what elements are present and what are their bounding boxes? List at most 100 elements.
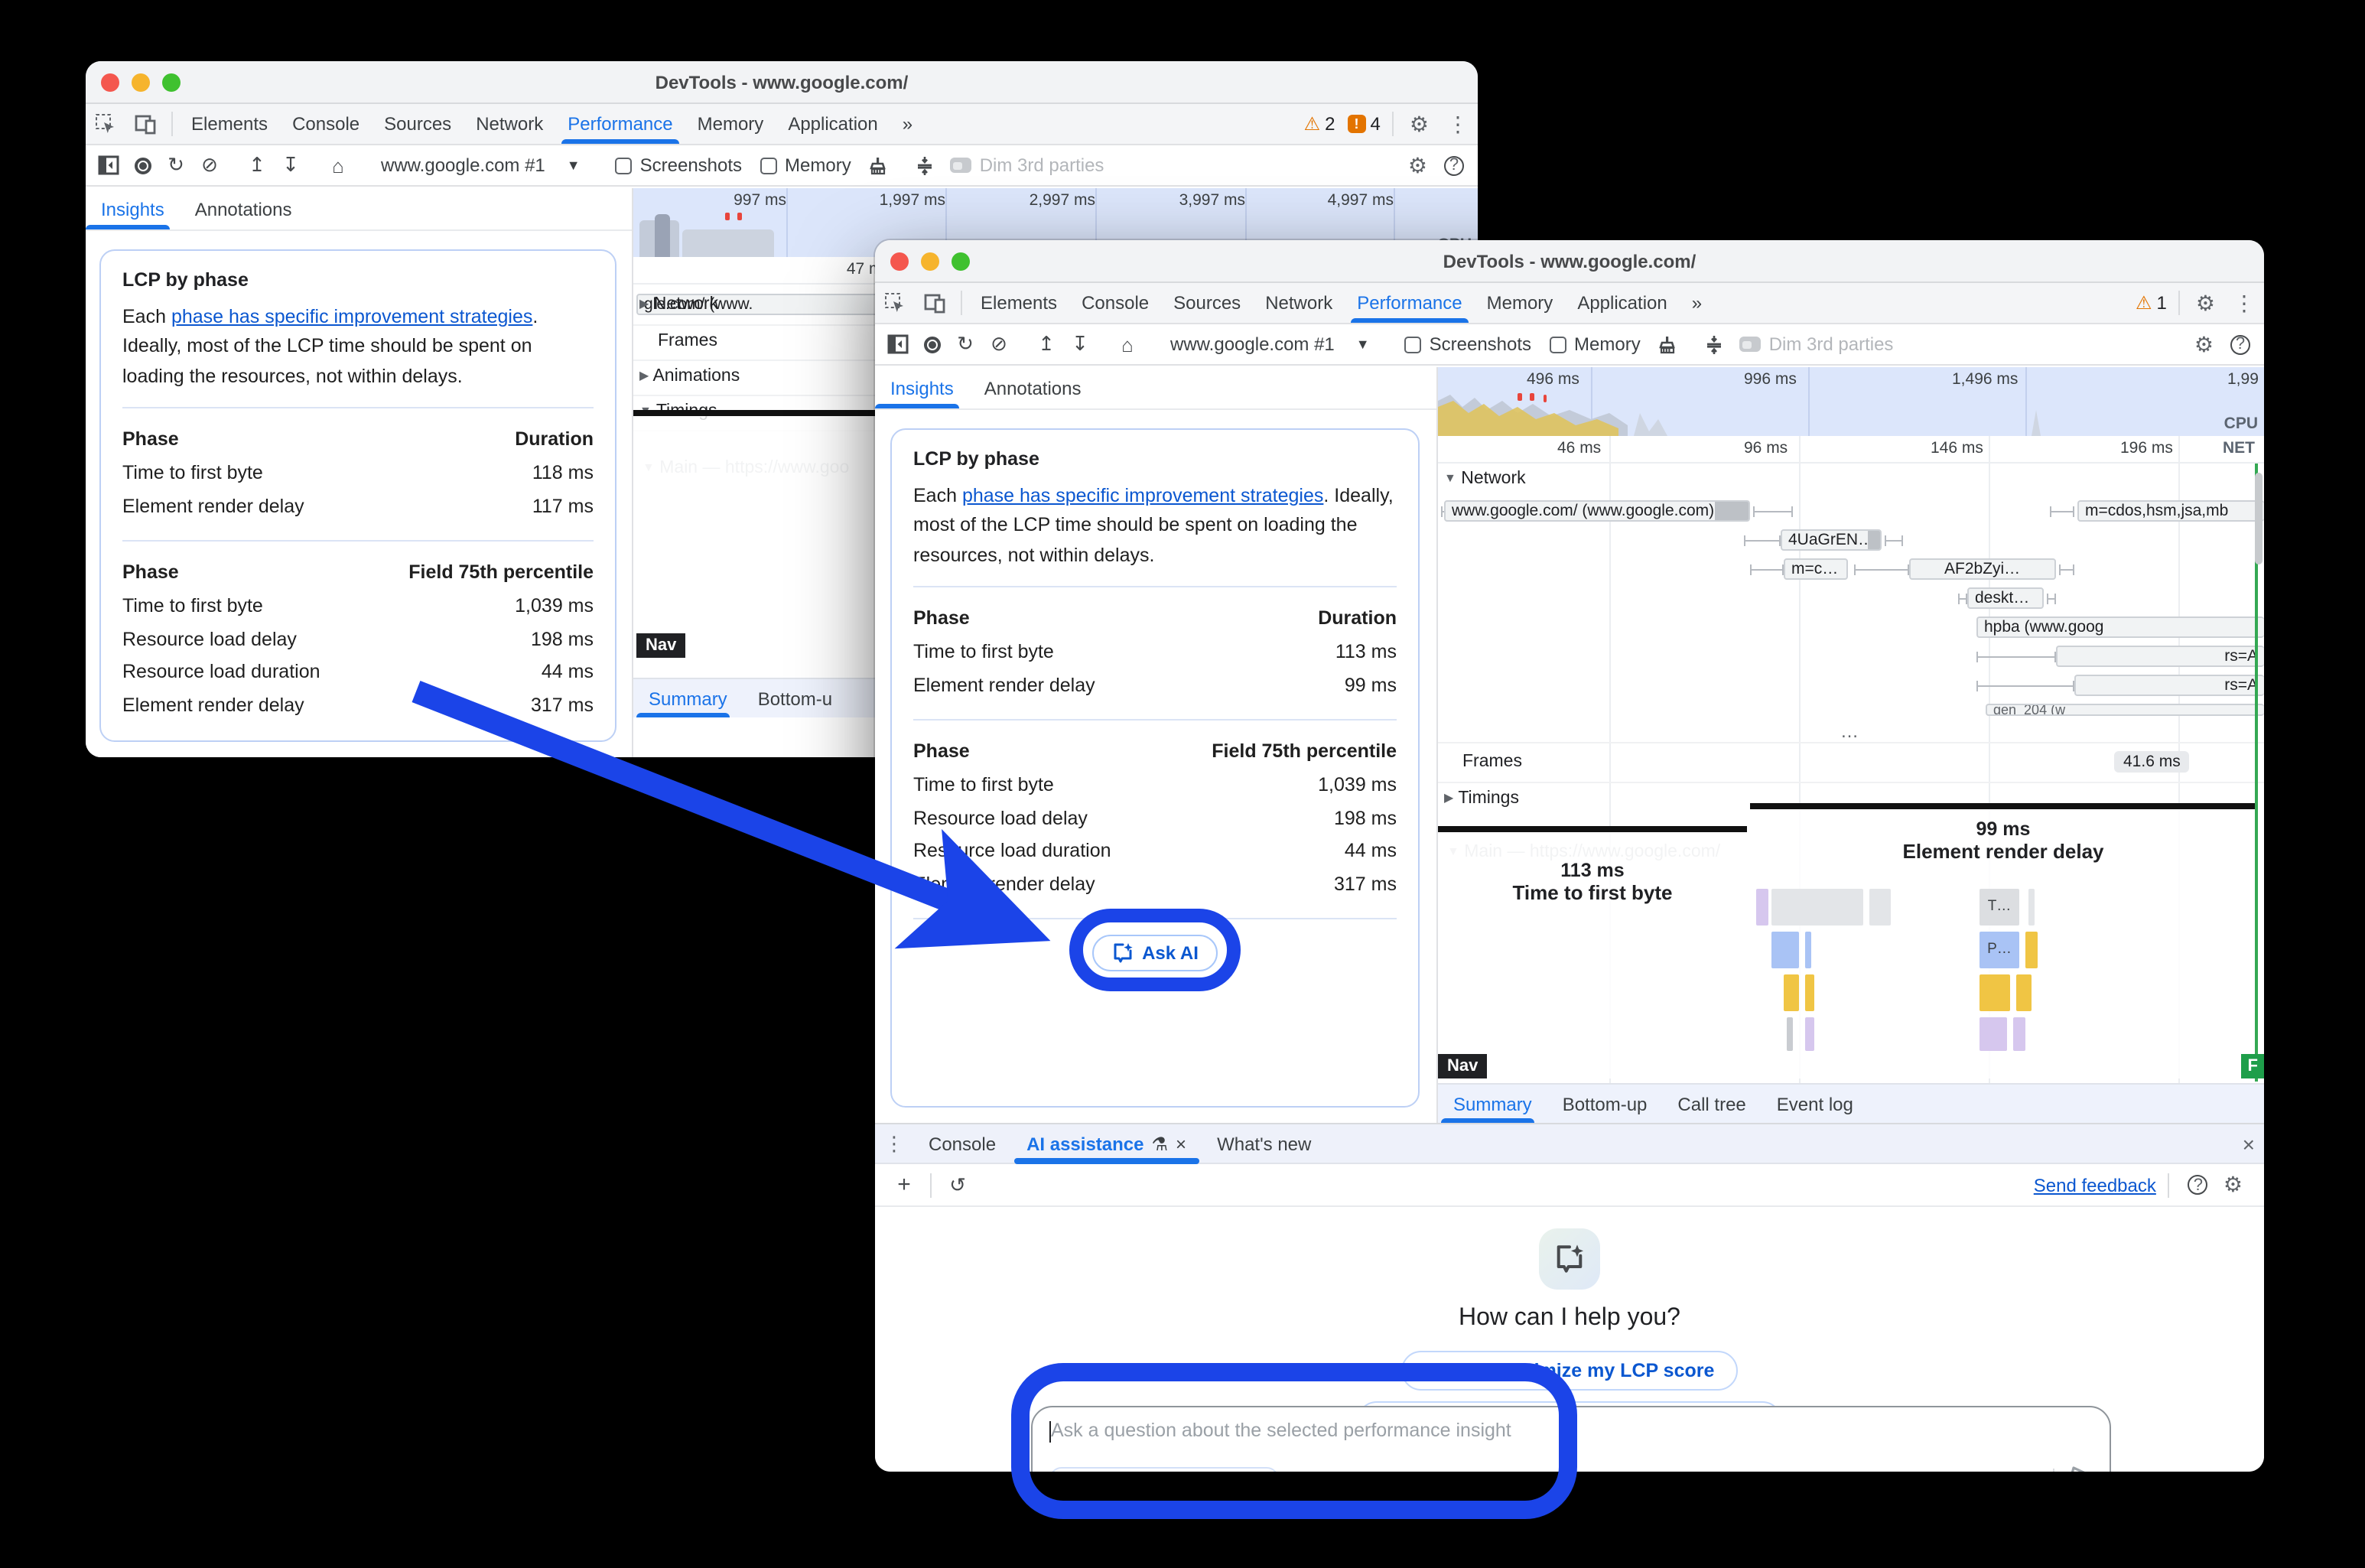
download-profile-icon[interactable]: ↧: [1063, 327, 1097, 361]
network-request-bar[interactable]: gen_204 (w: [1986, 704, 2264, 716]
tab-network[interactable]: Network: [464, 104, 555, 144]
device-toolbar-icon[interactable]: [915, 283, 955, 323]
settings-gear-icon[interactable]: ⚙: [1400, 104, 1438, 144]
tab-sources[interactable]: Sources: [1161, 283, 1253, 323]
home-icon[interactable]: ⌂: [321, 148, 355, 182]
tab-performance[interactable]: Performance: [555, 104, 685, 144]
tab-summary[interactable]: Summary: [1438, 1085, 1547, 1123]
network-request-bar[interactable]: m=cdos,hsm,jsa,mb: [2077, 500, 2264, 522]
clear-icon[interactable]: ⊘: [193, 148, 226, 182]
lcp-insight-card[interactable]: LCP by phase Each phase has specific imp…: [890, 428, 1420, 1108]
tab-console[interactable]: Console: [280, 104, 372, 144]
garbage-collect-icon[interactable]: [1650, 327, 1683, 361]
tab-elements[interactable]: Elements: [968, 283, 1069, 323]
memory-checkbox[interactable]: Memory: [1540, 333, 1650, 355]
help-icon[interactable]: ?: [2230, 334, 2250, 354]
minimize-window-icon[interactable]: [132, 73, 150, 92]
close-tab-icon[interactable]: ×: [1176, 1133, 1186, 1154]
record-icon[interactable]: [125, 148, 159, 182]
lcp-insight-card[interactable]: LCP by phase Each phase has specific imp…: [99, 249, 616, 742]
network-request-bar[interactable]: rs=A: [2056, 646, 2264, 667]
timeline-tracks[interactable]: 46 ms 96 ms 146 ms 196 ms NET ▼ Network …: [1438, 436, 2264, 1123]
tab-call-tree[interactable]: Call tree: [1662, 1085, 1761, 1123]
dim-third-parties-toggle[interactable]: Dim 3rd parties: [1731, 333, 1903, 355]
toggle-sidebar-icon[interactable]: [881, 327, 915, 361]
tab-insights[interactable]: Insights: [86, 188, 180, 229]
inspect-icon[interactable]: [86, 104, 125, 144]
issues-badge[interactable]: !4: [1342, 104, 1387, 144]
kebab-menu-icon[interactable]: ⋮: [2224, 283, 2264, 323]
minimize-window-icon[interactable]: [921, 252, 939, 271]
timeline-overview[interactable]: 496 ms 996 ms 1,496 ms 1,99 CPU: [1438, 367, 2264, 436]
inspect-icon[interactable]: [875, 283, 915, 323]
device-toolbar-icon[interactable]: [125, 104, 165, 144]
more-tabs-icon[interactable]: »: [890, 104, 925, 144]
upload-profile-icon[interactable]: ↥: [1030, 327, 1063, 361]
settings-gear-icon[interactable]: ⚙: [2214, 1172, 2252, 1198]
new-chat-icon[interactable]: +: [887, 1168, 921, 1202]
page-selector[interactable]: www.google.com #1▼: [1158, 333, 1382, 355]
tab-console-drawer[interactable]: Console: [913, 1124, 1011, 1163]
improvement-strategies-link[interactable]: phase has specific improvement strategie…: [962, 485, 1323, 506]
tab-memory[interactable]: Memory: [1475, 283, 1566, 323]
screenshots-checkbox[interactable]: Screenshots: [1396, 333, 1540, 355]
network-request-bar[interactable]: hpba (www.goog: [1976, 616, 2264, 638]
parse-flame-segment[interactable]: P…: [1980, 932, 2019, 968]
kebab-menu-icon[interactable]: ⋮: [875, 1131, 913, 1156]
clear-icon[interactable]: ⊘: [982, 327, 1016, 361]
tab-bottom-up[interactable]: Bottom-up: [1547, 1085, 1663, 1123]
tab-whats-new[interactable]: What's new: [1202, 1124, 1326, 1163]
network-request-bar[interactable]: rs=A: [2074, 675, 2264, 696]
upload-profile-icon[interactable]: ↥: [240, 148, 274, 182]
tab-insights[interactable]: Insights: [875, 367, 969, 408]
tab-application[interactable]: Application: [776, 104, 890, 144]
network-request-bar[interactable]: AF2bZyi…: [1909, 558, 2056, 580]
send-feedback-link[interactable]: Send feedback: [2034, 1174, 2156, 1196]
track-animations[interactable]: ▶ Animations: [639, 367, 740, 385]
send-message-icon[interactable]: [2067, 1461, 2097, 1472]
tab-bottom-up[interactable]: Bottom-u: [743, 679, 847, 717]
improvement-strategies-link[interactable]: phase has specific improvement strategie…: [171, 306, 532, 327]
tab-elements[interactable]: Elements: [179, 104, 280, 144]
track-network[interactable]: ▼ Network: [1444, 470, 1526, 488]
track-frames[interactable]: Frames: [658, 332, 717, 350]
window-controls[interactable]: [101, 61, 181, 104]
warnings-badge[interactable]: ⚠2: [1298, 104, 1342, 144]
help-icon[interactable]: ?: [1444, 155, 1464, 175]
network-request-bar[interactable]: deskt…: [1967, 587, 2044, 609]
tab-ai-assistance[interactable]: AI assistance ⚗ ×: [1011, 1124, 1202, 1163]
track-timings[interactable]: ▶ Timings: [1444, 789, 1519, 808]
tab-network[interactable]: Network: [1253, 283, 1345, 323]
kebab-menu-icon[interactable]: ⋮: [1438, 104, 1478, 144]
close-drawer-icon[interactable]: ×: [2233, 1131, 2264, 1156]
settings-gear-icon[interactable]: ⚙: [2187, 283, 2224, 323]
settings-gear-icon[interactable]: ⚙: [1399, 152, 1436, 178]
network-request-bar[interactable]: m=c…: [1784, 558, 1848, 580]
help-icon[interactable]: ?: [2188, 1175, 2208, 1195]
network-request-bar[interactable]: www.google.com/ (www.google.com): [1444, 500, 1750, 522]
dim-third-parties-toggle[interactable]: Dim 3rd parties: [942, 155, 1114, 176]
tab-performance[interactable]: Performance: [1345, 283, 1474, 323]
garbage-collect-icon[interactable]: [860, 148, 894, 182]
ttfb-phase-overlay[interactable]: 113 ms Time to first byte: [1438, 826, 1747, 1078]
tab-memory[interactable]: Memory: [685, 104, 776, 144]
network-request-bar[interactable]: 4UaGrEN…: [1781, 529, 1882, 551]
tab-event-log[interactable]: Event log: [1762, 1085, 1869, 1123]
track-frames[interactable]: Frames: [1462, 753, 1522, 771]
zoom-window-icon[interactable]: [952, 252, 970, 271]
close-window-icon[interactable]: [890, 252, 909, 271]
task-flame-segment[interactable]: T…: [1980, 889, 2019, 926]
track-network[interactable]: ▶ Network: [639, 295, 718, 314]
record-icon[interactable]: [915, 327, 948, 361]
zoom-window-icon[interactable]: [162, 73, 181, 92]
window-controls[interactable]: [890, 240, 970, 283]
tab-console[interactable]: Console: [1069, 283, 1161, 323]
memory-checkbox[interactable]: Memory: [751, 155, 860, 176]
collapse-tracks-icon[interactable]: [1697, 327, 1731, 361]
toggle-sidebar-icon[interactable]: [92, 148, 125, 182]
reload-record-icon[interactable]: ↻: [159, 148, 193, 182]
tab-application[interactable]: Application: [1565, 283, 1679, 323]
expand-track-handle[interactable]: …: [1438, 721, 2264, 742]
home-icon[interactable]: ⌂: [1111, 327, 1144, 361]
download-profile-icon[interactable]: ↧: [274, 148, 307, 182]
